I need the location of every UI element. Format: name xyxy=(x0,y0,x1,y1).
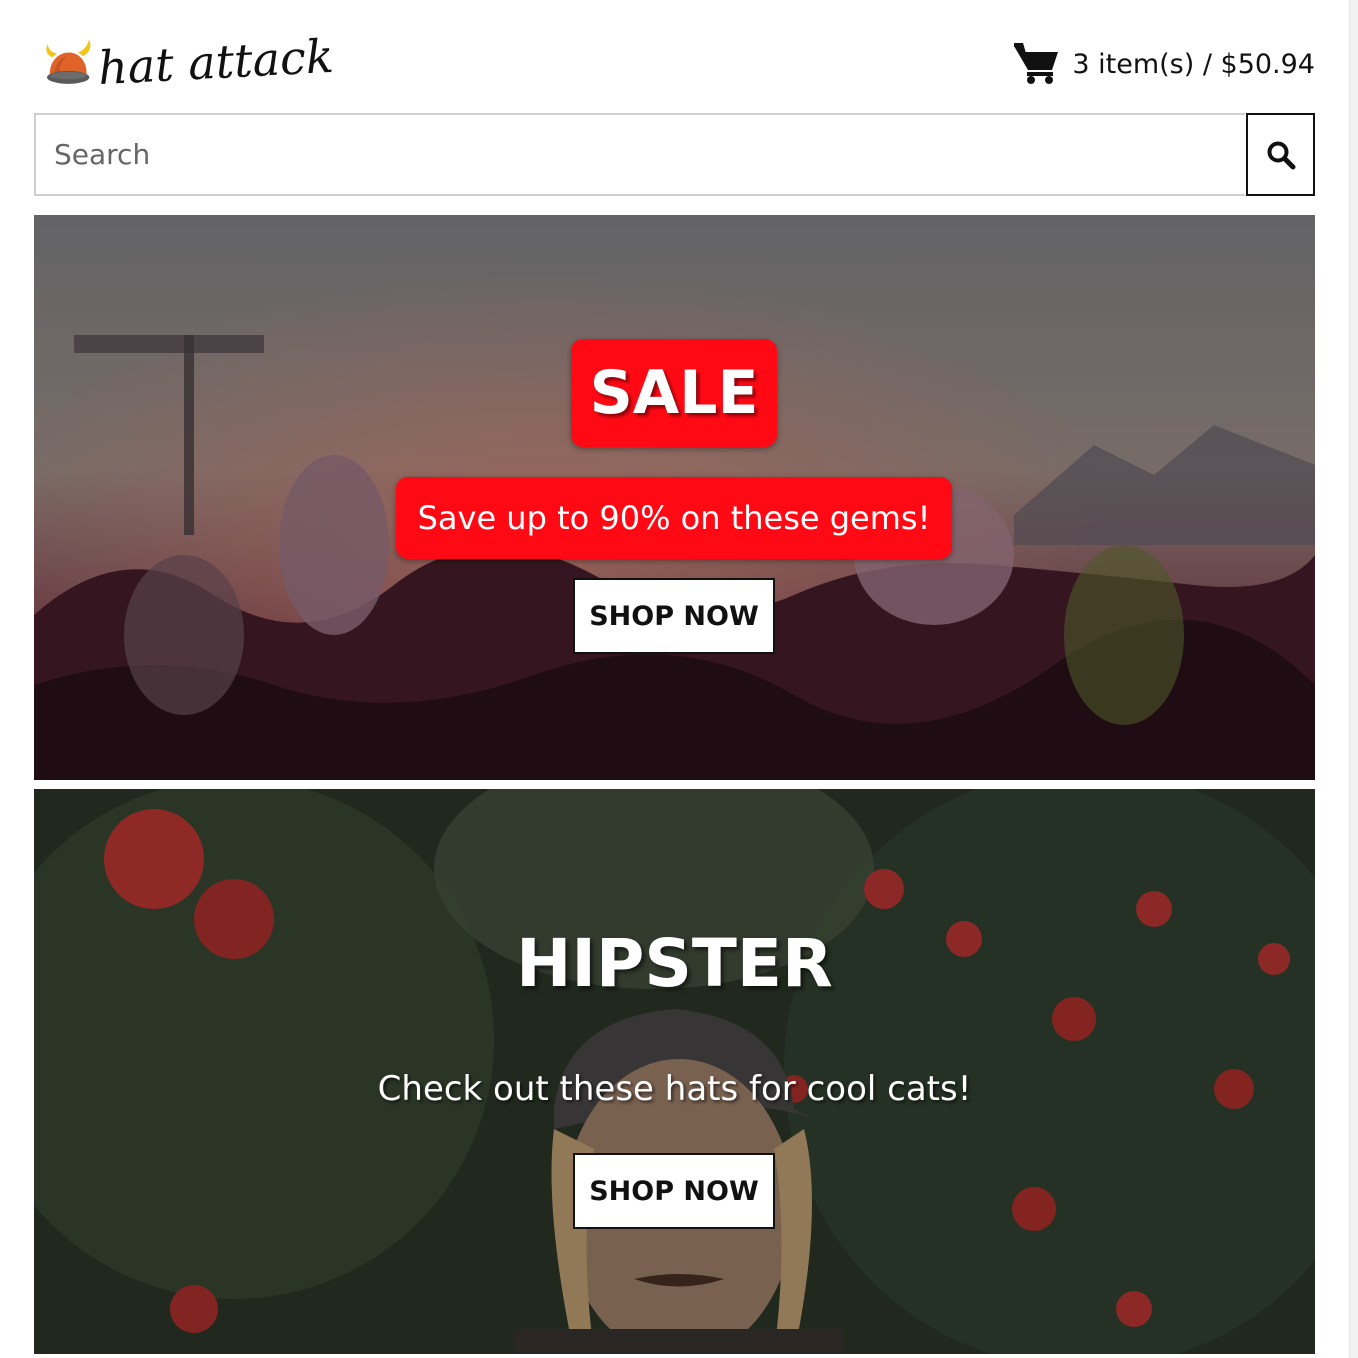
cart-count-total: 3 item(s) / $50.94 xyxy=(1072,48,1315,80)
shopping-cart-icon xyxy=(1014,43,1059,84)
brand-name: hat attack xyxy=(97,28,336,96)
search-icon xyxy=(1267,141,1295,169)
site-header: hat attack 3 item(s) / $50.94 xyxy=(34,0,1315,112)
sale-subtitle: Save up to 90% on these gems! xyxy=(396,477,952,559)
cart-summary[interactable]: 3 item(s) / $50.94 xyxy=(1014,40,1315,88)
search-button[interactable] xyxy=(1246,113,1315,196)
sale-badge: SALE xyxy=(571,339,777,447)
sale-banner: SALE Save up to 90% on these gems! SHOP … xyxy=(34,215,1315,780)
page: hat attack 3 item(s) / $50.94 Search SAL… xyxy=(0,0,1358,1358)
hipster-shop-now-button[interactable]: SHOP NOW xyxy=(573,1153,775,1229)
search-input[interactable] xyxy=(34,113,1245,196)
scrollbar[interactable] xyxy=(1349,0,1358,1358)
sale-shop-now-button[interactable]: SHOP NOW xyxy=(573,578,775,654)
hipster-title: HIPSTER xyxy=(516,925,833,1002)
hipster-banner: HIPSTER Check out these hats for cool ca… xyxy=(34,789,1315,1354)
brand-logo[interactable]: hat attack xyxy=(44,22,336,102)
search-bar xyxy=(34,113,1315,196)
viking-hat-icon xyxy=(46,39,91,84)
hipster-subtitle: Check out these hats for cool cats! xyxy=(377,1069,972,1109)
